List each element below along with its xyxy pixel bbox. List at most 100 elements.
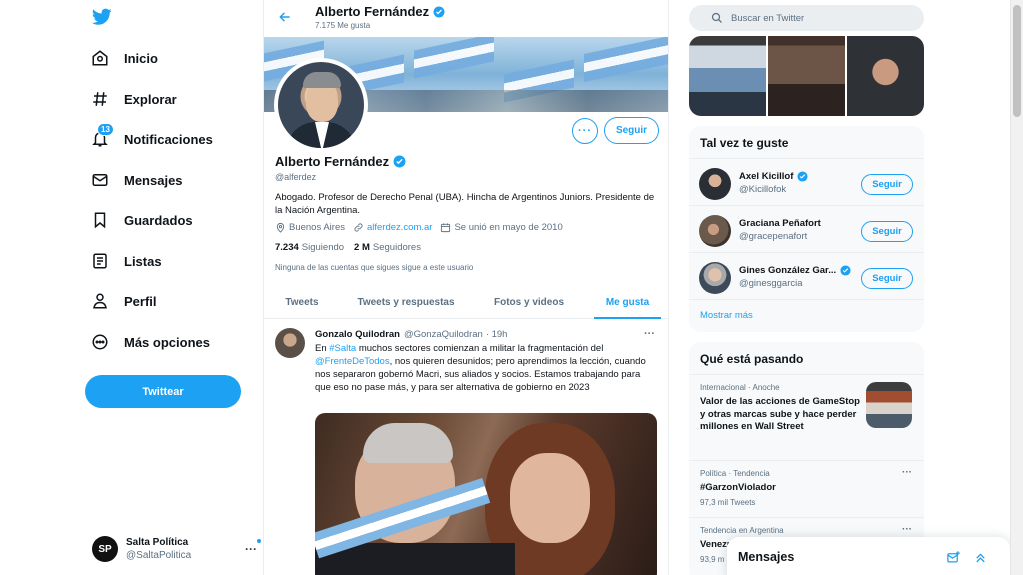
- avatar[interactable]: [699, 262, 731, 294]
- profile-bio: Abogado. Profesor de Derecho Penal (UBA)…: [275, 192, 655, 216]
- tweet-handle[interactable]: @GonzaQuilodran: [404, 329, 483, 340]
- hashtag-icon: [90, 89, 110, 109]
- more-dots-icon[interactable]: ···: [245, 539, 261, 556]
- tab-tweets-y-respuestas[interactable]: Tweets y respuestas: [340, 286, 472, 319]
- tweet[interactable]: Gonzalo Quilodran @GonzaQuilodran · 19h …: [264, 320, 668, 575]
- tweet-button[interactable]: Twittear: [85, 375, 241, 408]
- link-icon: [353, 222, 367, 233]
- main-column: Alberto Fernández 7.175 Me gusta ··· Seg…: [264, 0, 669, 575]
- website[interactable]: alferdez.com.ar: [353, 222, 432, 233]
- follow-button[interactable]: Seguir: [861, 268, 913, 289]
- joined-date: Se unió en mayo de 2010: [440, 222, 563, 233]
- envelope-icon: [90, 170, 110, 190]
- tweet-more-icon[interactable]: ···: [644, 328, 655, 340]
- trend-count: 97,3 mil Tweets: [700, 498, 756, 507]
- media-thumbnail[interactable]: [689, 36, 766, 116]
- trend-meta: Tendencia en Argentina: [700, 526, 784, 535]
- scrollbar[interactable]: [1010, 0, 1023, 575]
- mention-link[interactable]: @FrenteDeTodos: [315, 356, 390, 367]
- media-thumbnail[interactable]: [768, 36, 845, 116]
- tweet-time[interactable]: · 19h: [486, 329, 508, 340]
- location-text: Buenos Aires: [289, 222, 345, 233]
- trend-meta: Política · Tendencia: [700, 469, 770, 478]
- trend-more-icon[interactable]: ···: [902, 467, 912, 478]
- followers-link[interactable]: 2 M Seguidores: [354, 242, 421, 253]
- profile-tabs: Tweets Tweets y respuestas Fotos y video…: [264, 286, 668, 319]
- website-link[interactable]: alferdez.com.ar: [367, 222, 432, 233]
- location-pin-icon: [275, 222, 289, 233]
- chevron-double-up-icon[interactable]: [973, 550, 988, 565]
- left-nav: Inicio Explorar 13 Notificaciones Mensaj…: [0, 0, 264, 575]
- joined-text: Se unió en mayo de 2010: [454, 222, 563, 233]
- nav-label: Inicio: [124, 50, 158, 66]
- suggestion-handle: @ginesggarcia: [739, 278, 803, 289]
- back-arrow-icon[interactable]: [278, 10, 292, 24]
- suggestion-handle: @gracepenafort: [739, 231, 808, 242]
- follow-button[interactable]: Seguir: [604, 117, 659, 144]
- profile-avatar[interactable]: [274, 58, 368, 152]
- verified-icon: [797, 171, 808, 182]
- show-more-link[interactable]: Mostrar más: [689, 299, 924, 332]
- who-to-follow-card: Tal vez te guste Axel Kicillof @Kicillof…: [689, 126, 924, 332]
- tweet-image[interactable]: [315, 413, 657, 575]
- new-message-icon[interactable]: [946, 550, 961, 565]
- tweet-text-part: muchos sectores comienzan a militar la f…: [356, 343, 604, 354]
- nav-item-mas-opciones[interactable]: Más opciones: [90, 330, 210, 354]
- nav-item-explorar[interactable]: Explorar: [90, 87, 177, 111]
- nav-item-inicio[interactable]: Inicio: [90, 46, 158, 70]
- unread-dot: [257, 539, 261, 543]
- follow-button[interactable]: Seguir: [861, 221, 913, 242]
- notification-badge: 13: [97, 123, 114, 136]
- nav-item-notificaciones[interactable]: 13 Notificaciones: [90, 123, 213, 151]
- suggestion-name-text: Gines González Gar...: [739, 265, 837, 276]
- trend-thumbnail: [866, 382, 912, 428]
- search-input[interactable]: Buscar en Twitter: [731, 13, 804, 24]
- followers-label: Seguidores: [372, 242, 421, 253]
- header-name: Alberto Fernández: [315, 4, 430, 19]
- suggestion-item[interactable]: Gines González Gar... @ginesggarcia Segu…: [689, 252, 924, 299]
- nav-label: Explorar: [124, 91, 177, 107]
- suggestion-name: Axel Kicillof: [739, 171, 808, 182]
- nav-item-mensajes[interactable]: Mensajes: [90, 168, 183, 192]
- account-handle: @SaltaPolitica: [126, 550, 192, 561]
- nav-item-guardados[interactable]: Guardados: [90, 208, 193, 232]
- tab-me-gusta[interactable]: Me gusta: [586, 286, 668, 319]
- tab-tweets[interactable]: Tweets: [264, 286, 340, 319]
- avatar[interactable]: [699, 168, 731, 200]
- profile-stats: 7.234 Siguiendo 2 M Seguidores: [275, 242, 431, 253]
- location: Buenos Aires: [275, 222, 345, 233]
- scrollbar-thumb[interactable]: [1013, 5, 1021, 117]
- following-link[interactable]: 7.234 Siguiendo: [275, 242, 344, 253]
- following-label: Siguiendo: [301, 242, 345, 253]
- suggestion-item[interactable]: Axel Kicillof @Kicillofok Seguir: [689, 158, 924, 205]
- profile-name-text: Alberto Fernández: [275, 154, 390, 169]
- verified-icon: [433, 6, 445, 18]
- nav-item-listas[interactable]: Listas: [90, 249, 162, 273]
- account-switcher[interactable]: SP Salta Política @SaltaPolitica ···: [92, 535, 261, 563]
- trend-count: 93,9 m: [700, 555, 725, 564]
- avatar: SP: [92, 536, 118, 562]
- profile-name: Alberto Fernández: [275, 154, 406, 169]
- trend-more-icon[interactable]: ···: [902, 524, 912, 535]
- twitter-logo-icon[interactable]: [92, 8, 112, 28]
- search-box[interactable]: Buscar en Twitter: [689, 5, 924, 31]
- profile-more-button[interactable]: ···: [572, 118, 598, 144]
- messages-drawer[interactable]: Mensajes: [727, 537, 1010, 575]
- nav-label: Más opciones: [124, 334, 210, 350]
- hashtag-link[interactable]: #Salta: [329, 343, 356, 354]
- media-thumbnail[interactable]: [847, 36, 924, 116]
- suggestion-item[interactable]: Graciana Peñafort @gracepenafort Seguir: [689, 205, 924, 252]
- tweet-avatar[interactable]: [275, 328, 305, 358]
- mutual-followers-note: Ninguna de las cuentas que sigues sigue …: [275, 263, 474, 272]
- tweet-text-part: En: [315, 343, 330, 354]
- tweet-author[interactable]: Gonzalo Quilodran: [315, 329, 400, 340]
- search-icon: [697, 12, 723, 24]
- tweet-text: En #Salta muchos sectores comienzan a mi…: [315, 342, 655, 394]
- follow-button[interactable]: Seguir: [861, 174, 913, 195]
- avatar[interactable]: [699, 215, 731, 247]
- suggestion-name-text: Graciana Peñafort: [739, 218, 821, 229]
- nav-item-perfil[interactable]: Perfil: [90, 289, 157, 313]
- tab-fotos-y-videos[interactable]: Fotos y videos: [472, 286, 586, 319]
- trend-item[interactable]: Internacional · Anoche Valor de las acci…: [689, 374, 924, 460]
- trend-item[interactable]: Política · Tendencia #GarzonViolador 97,…: [689, 460, 924, 517]
